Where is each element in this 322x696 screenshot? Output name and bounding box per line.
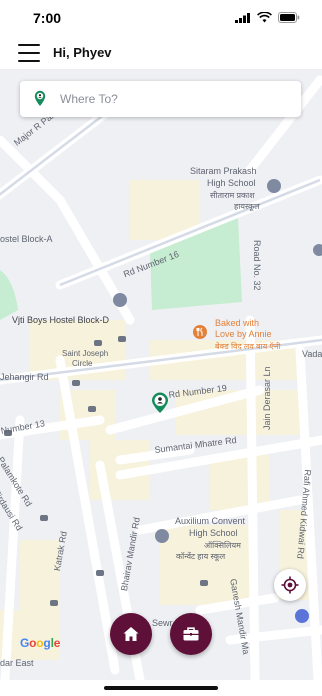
briefcase-icon: [183, 627, 199, 641]
search-input[interactable]: [60, 89, 290, 109]
map-label-sitaram-hi: सीताराम प्रकाश: [210, 191, 255, 200]
google-logo-letter: g: [43, 636, 51, 650]
map-label-vada: Vada: [302, 349, 322, 359]
map-label-rd-32: Road No. 32: [252, 240, 262, 291]
map-label-sewri: Sewr: [152, 618, 173, 628]
work-button[interactable]: [170, 613, 212, 655]
user-location-pin-icon[interactable]: [151, 392, 169, 414]
search-bar[interactable]: [20, 81, 301, 117]
greeting-title: Hi, Phyev: [53, 45, 112, 60]
wifi-icon: [257, 12, 272, 23]
status-time: 7:00: [33, 10, 62, 26]
map-label-auxilium-2: High School: [189, 528, 238, 538]
battery-icon: [278, 12, 300, 23]
status-icons: [235, 12, 300, 23]
status-bar: 7:00: [0, 0, 322, 36]
map-label-jehangir: Jehangir Rd: [0, 372, 49, 382]
google-logo-letter: G: [20, 636, 30, 650]
home-icon: [123, 627, 139, 641]
my-location-button[interactable]: [274, 569, 306, 601]
hamburger-line: [18, 60, 40, 62]
my-location-icon: [281, 576, 299, 594]
map-label-auxilium-hi: ऑक्सिलियम: [204, 541, 241, 550]
map-label-sitaram-hi-2: हायस्कूल: [234, 202, 260, 211]
map-label-auxilium-hi-2: कॉन्वेंट हाय स्कूल: [176, 552, 226, 561]
map-label-sitaram: Sitaram Prakash: [190, 166, 257, 176]
map-label-sitaram-2: High School: [207, 178, 256, 188]
menu-button[interactable]: [18, 44, 40, 62]
map-label-auxilium: Auxilium Convent: [175, 516, 246, 526]
restaurant-icon[interactable]: [195, 327, 205, 337]
google-logo-letter: e: [53, 636, 61, 650]
hamburger-menu-icon: [18, 44, 40, 46]
home-button[interactable]: [110, 613, 152, 655]
google-logo: Google: [20, 636, 60, 650]
app-header: Hi, Phyev: [0, 36, 322, 70]
signal-icon: [235, 12, 250, 23]
map-label-saint-joseph-2: Circle: [72, 359, 93, 368]
hamburger-line: [18, 52, 40, 54]
map-label-dar-east: dar East: [0, 658, 34, 668]
map-label-baked-hi: बेक्ड विद लव बाय ऍनी: [215, 342, 281, 351]
location-pin-icon: [34, 90, 46, 106]
map-label-jain-derasar: Jain Derasar Ln: [262, 366, 272, 430]
map-label-hostel-a: ostel Block-A: [0, 234, 53, 244]
map-label-baked: Baked with: [215, 318, 260, 328]
map-label-saint-joseph: Saint Joseph: [62, 349, 109, 358]
home-indicator[interactable]: [104, 686, 218, 690]
map-label-baked-2: Love by Annie: [215, 329, 272, 339]
map-label-vjti-hostel-d: Vjti Boys Hostel Block-D: [12, 315, 110, 325]
